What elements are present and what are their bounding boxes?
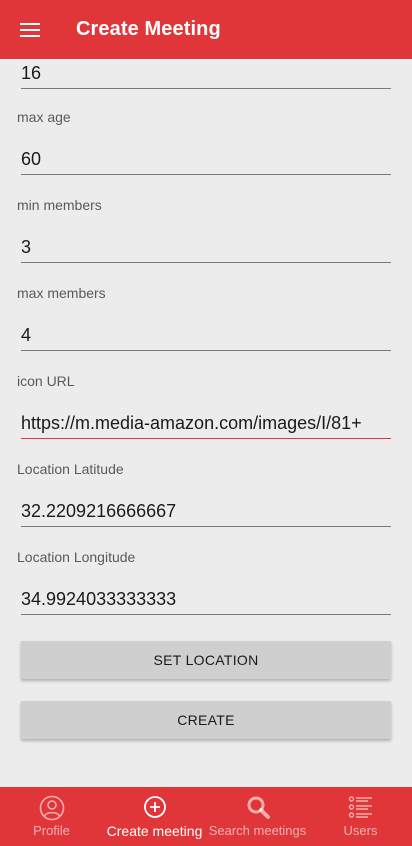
location-longitude-label: Location Longitude <box>17 549 136 565</box>
nav-search-meetings[interactable]: Search meetings <box>206 787 309 846</box>
create-button[interactable]: CREATE <box>21 701 391 739</box>
location-latitude-label: Location Latitude <box>17 461 124 477</box>
max-members-label: max members <box>17 285 106 301</box>
min-age-input[interactable] <box>21 59 391 89</box>
min-members-label: min members <box>17 197 102 213</box>
set-location-button[interactable]: SET LOCATION <box>21 641 391 679</box>
person-icon <box>39 795 64 821</box>
search-icon <box>247 796 270 819</box>
nav-users[interactable]: Users <box>309 787 412 846</box>
page-title: Create Meeting <box>76 18 221 40</box>
menu-button[interactable] <box>0 0 60 59</box>
app-bar: Create Meeting <box>0 0 412 59</box>
location-longitude-input[interactable] <box>21 585 391 615</box>
nav-profile[interactable]: Profile <box>0 787 103 846</box>
nav-users-label: Users <box>343 823 378 838</box>
max-age-label: max age <box>17 109 71 125</box>
bottom-navigation: Profile Create meeting Search meetings U… <box>0 787 412 846</box>
form-scroll-area[interactable]: max age min members max members icon URL… <box>0 59 412 787</box>
list-icon <box>348 796 372 818</box>
location-latitude-input[interactable] <box>21 497 391 527</box>
max-members-input[interactable] <box>21 321 391 351</box>
min-members-input[interactable] <box>21 233 391 263</box>
hamburger-menu-icon <box>20 22 40 37</box>
nav-profile-label: Profile <box>33 823 70 838</box>
icon-url-input[interactable] <box>21 409 391 439</box>
icon-url-label: icon URL <box>17 373 75 389</box>
add-circle-icon <box>143 796 166 818</box>
nav-create-meeting-label: Create meeting <box>106 823 203 839</box>
max-age-input[interactable] <box>21 145 391 175</box>
nav-search-meetings-label: Search meetings <box>208 823 307 838</box>
nav-create-meeting[interactable]: Create meeting <box>103 787 206 846</box>
